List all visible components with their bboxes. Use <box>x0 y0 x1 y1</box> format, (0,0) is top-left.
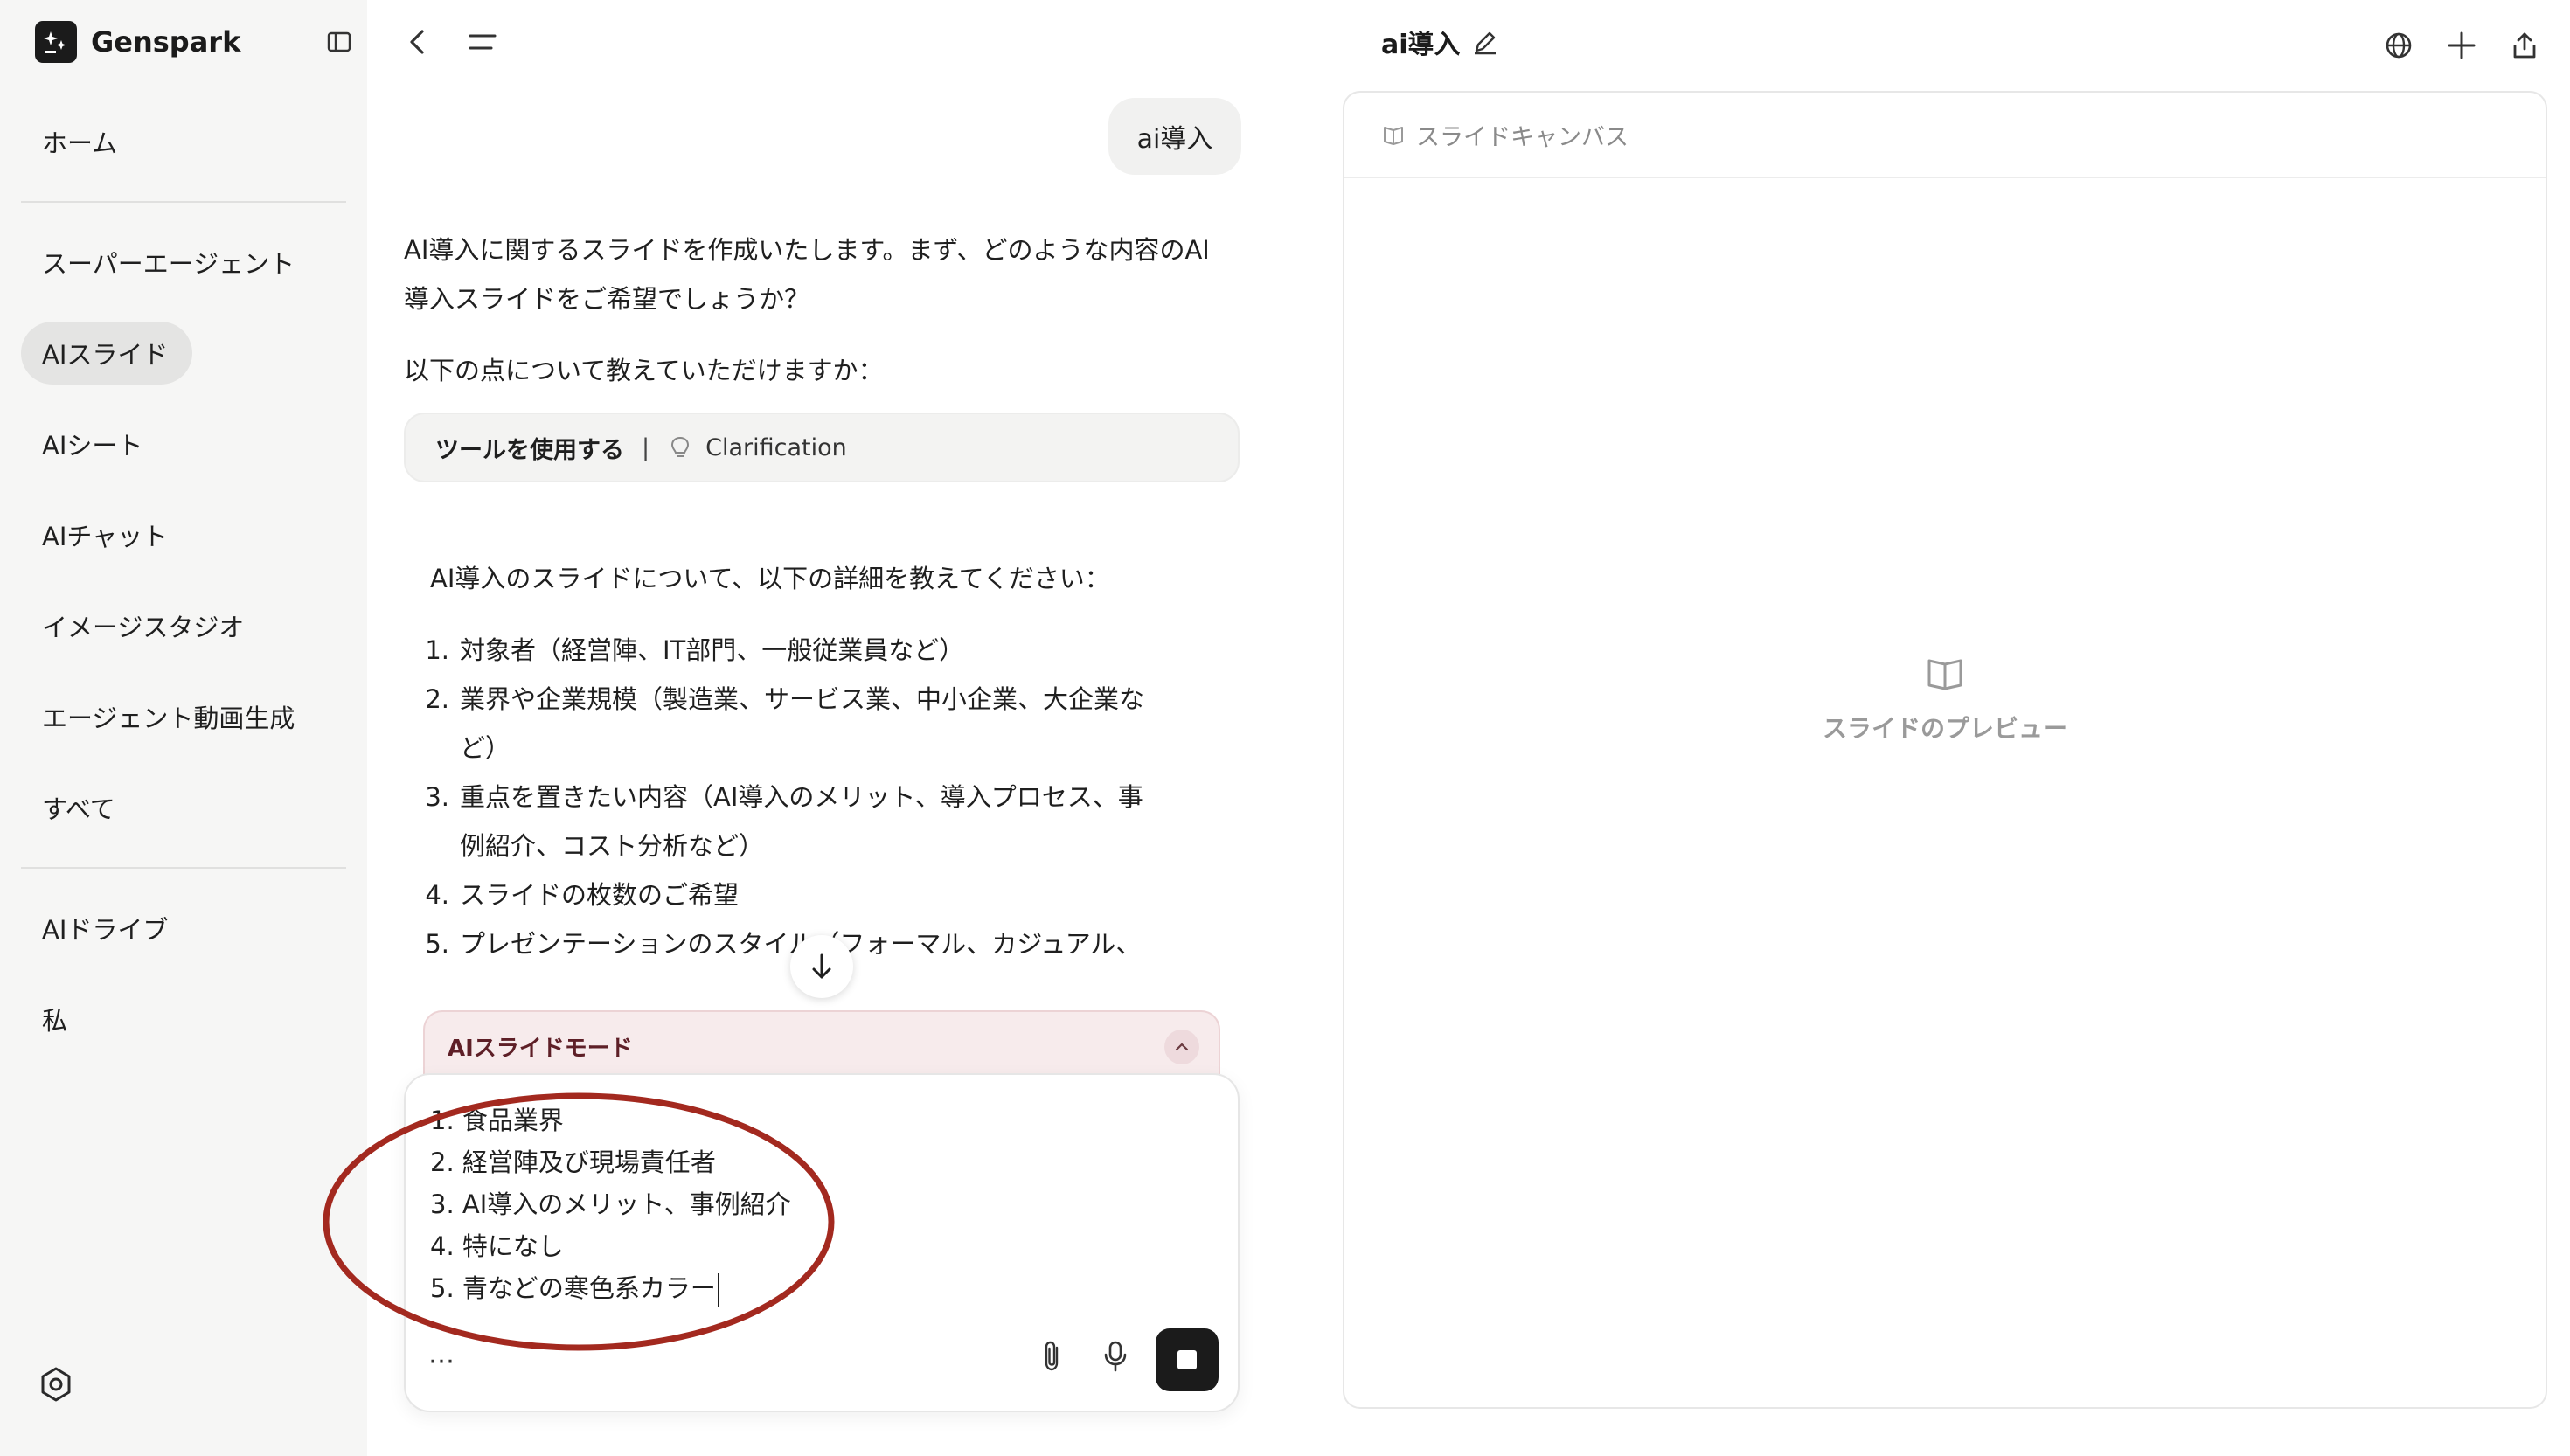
sidebar-toggle-button[interactable] <box>325 28 353 56</box>
assistant-intro-line: 導入スライドをご希望でしょうか？ <box>404 284 810 314</box>
sidebar-divider <box>21 867 346 869</box>
language-button[interactable] <box>2376 23 2421 68</box>
composer-input-line[interactable]: 5. 青などの寒色系カラー <box>430 1267 719 1309</box>
list-item: 3. 重点を置きたい内容（AI導入のメリット、導入プロセス、事 例紹介、コスト分… <box>425 773 1143 870</box>
stop-button[interactable] <box>1156 1328 1219 1391</box>
canvas-header: スライドキャンバス <box>1344 93 2546 178</box>
sidebar-item-ai-chat[interactable]: AIチャット <box>21 503 192 566</box>
attach-button[interactable] <box>1033 1337 1072 1376</box>
list-number: 1. <box>425 635 449 665</box>
new-button[interactable] <box>2439 23 2484 68</box>
page-title: ai導入 <box>1381 30 1461 60</box>
composer-input-line[interactable]: 4. 特になし <box>430 1225 564 1267</box>
user-message-bubble: ai導入 <box>1108 98 1241 175</box>
microphone-icon <box>1104 1341 1127 1372</box>
sidebar-item-all[interactable]: すべて <box>21 776 192 839</box>
message-composer[interactable]: 1. 食品業界 2. 経営陣及び現場責任者 3. AI導入のメリット、事例紹介 … <box>404 1073 1240 1412</box>
list-text: 対象者（経営陣、IT部門、一般従業員など） <box>460 635 965 665</box>
slide-mode-label: AIスライドモード <box>448 1035 633 1062</box>
settings-button[interactable] <box>37 1365 75 1404</box>
list-item: 2. 業界や企業規模（製造業、サービス業、中小企業、大企業な ど） <box>425 675 1145 773</box>
tool-use-label: ツールを使用する <box>435 436 624 464</box>
chevron-up-icon <box>1175 1043 1189 1051</box>
slide-canvas-panel: スライドキャンバス スライドのプレビュー <box>1343 91 2547 1409</box>
list-number: 3. <box>425 782 449 812</box>
sidebar-item-ai-sheets[interactable]: AIシート <box>21 413 192 475</box>
sidebar-divider <box>21 201 346 203</box>
composer-input-text: 5. 青などの寒色系カラー <box>430 1273 716 1303</box>
sidebar-item-ai-drive[interactable]: AIドライブ <box>21 897 192 960</box>
globe-icon <box>2386 32 2412 59</box>
list-number: 4. <box>425 880 449 910</box>
composer-input-line[interactable]: 3. AI導入のメリット、事例紹介 <box>430 1183 791 1225</box>
mode-collapse-button[interactable] <box>1164 1030 1199 1064</box>
tool-name: Clarification <box>705 433 847 461</box>
share-button[interactable] <box>2502 23 2547 68</box>
back-button[interactable] <box>400 24 435 59</box>
pencil-icon[interactable] <box>1471 28 1499 56</box>
composer-input-line[interactable]: 1. 食品業界 <box>430 1099 564 1141</box>
list-text: 重点を置きたい内容（AI導入のメリット、導入プロセス、事 <box>460 782 1143 812</box>
list-text: スライドの枚数のご希望 <box>460 880 740 910</box>
lightbulb-icon <box>671 436 690 457</box>
stop-icon <box>1177 1350 1197 1369</box>
text-caret <box>717 1273 719 1307</box>
details-heading: AI導入のスライドについて、以下の詳細を教えてください： <box>430 564 1110 593</box>
sidebar-item-agent-video[interactable]: エージェント動画生成 <box>21 685 318 748</box>
list-number: 2. <box>425 684 449 714</box>
assistant-intro-line: AI導入に関するスライドを作成いたします。まず、どのような内容のAI <box>404 235 1210 265</box>
book-open-icon <box>1384 127 1403 145</box>
sidebar-item-ai-slides[interactable]: AIスライド <box>21 322 192 385</box>
sidebar-item-super-agent[interactable]: スーパーエージェント <box>21 231 318 294</box>
brand-name: Genspark <box>91 25 241 59</box>
menu-button[interactable] <box>465 24 500 59</box>
sidebar-item-me[interactable]: 私 <box>21 988 192 1050</box>
book-open-icon <box>1928 659 1962 690</box>
settings-hexagon-icon <box>41 1367 71 1402</box>
chevron-left-icon <box>410 30 424 54</box>
arrow-down-icon <box>812 953 831 979</box>
tool-use-separator: | <box>642 433 650 461</box>
sidebar-item-image-studio[interactable]: イメージスタジオ <box>21 594 283 657</box>
composer-input-line[interactable]: 2. 経営陣及び現場責任者 <box>430 1141 716 1183</box>
menu-lines-icon <box>469 34 497 50</box>
more-options-button[interactable]: ⋯ <box>428 1346 456 1376</box>
share-icon <box>2513 32 2536 59</box>
page-title-area: ai導入 <box>1381 23 1499 61</box>
list-text: ど） <box>460 733 511 763</box>
genspark-logo-icon <box>35 21 77 63</box>
microphone-button[interactable] <box>1096 1337 1135 1376</box>
slide-mode-bar: AIスライドモード <box>423 1010 1220 1080</box>
slide-preview-placeholder: スライドのプレビュー <box>1344 652 2546 745</box>
brand[interactable]: Genspark <box>35 21 240 63</box>
scroll-to-bottom-button[interactable] <box>790 935 853 998</box>
list-text: 業界や企業規模（製造業、サービス業、中小企業、大企業な <box>460 684 1145 714</box>
preview-label: スライドのプレビュー <box>1822 714 2067 743</box>
sidebar: Genspark ホーム スーパーエージェント AIスライド AIシート AIチ… <box>0 0 367 1456</box>
sidebar-toggle-icon <box>327 31 351 52</box>
tool-use-row[interactable]: ツールを使用する | Clarification <box>404 413 1240 482</box>
paperclip-icon <box>1045 1341 1059 1371</box>
plus-icon <box>2448 31 2476 59</box>
assistant-ask: 以下の点について教えていただけますか： <box>404 356 884 385</box>
canvas-header-label: スライドキャンバス <box>1416 123 1629 151</box>
list-item: 1. 対象者（経営陣、IT部門、一般従業員など） <box>425 626 965 675</box>
list-item: 4. スライドの枚数のご希望 <box>425 870 740 919</box>
list-text: 例紹介、コスト分析など） <box>460 831 765 861</box>
sidebar-item-home[interactable]: ホーム <box>21 110 192 173</box>
